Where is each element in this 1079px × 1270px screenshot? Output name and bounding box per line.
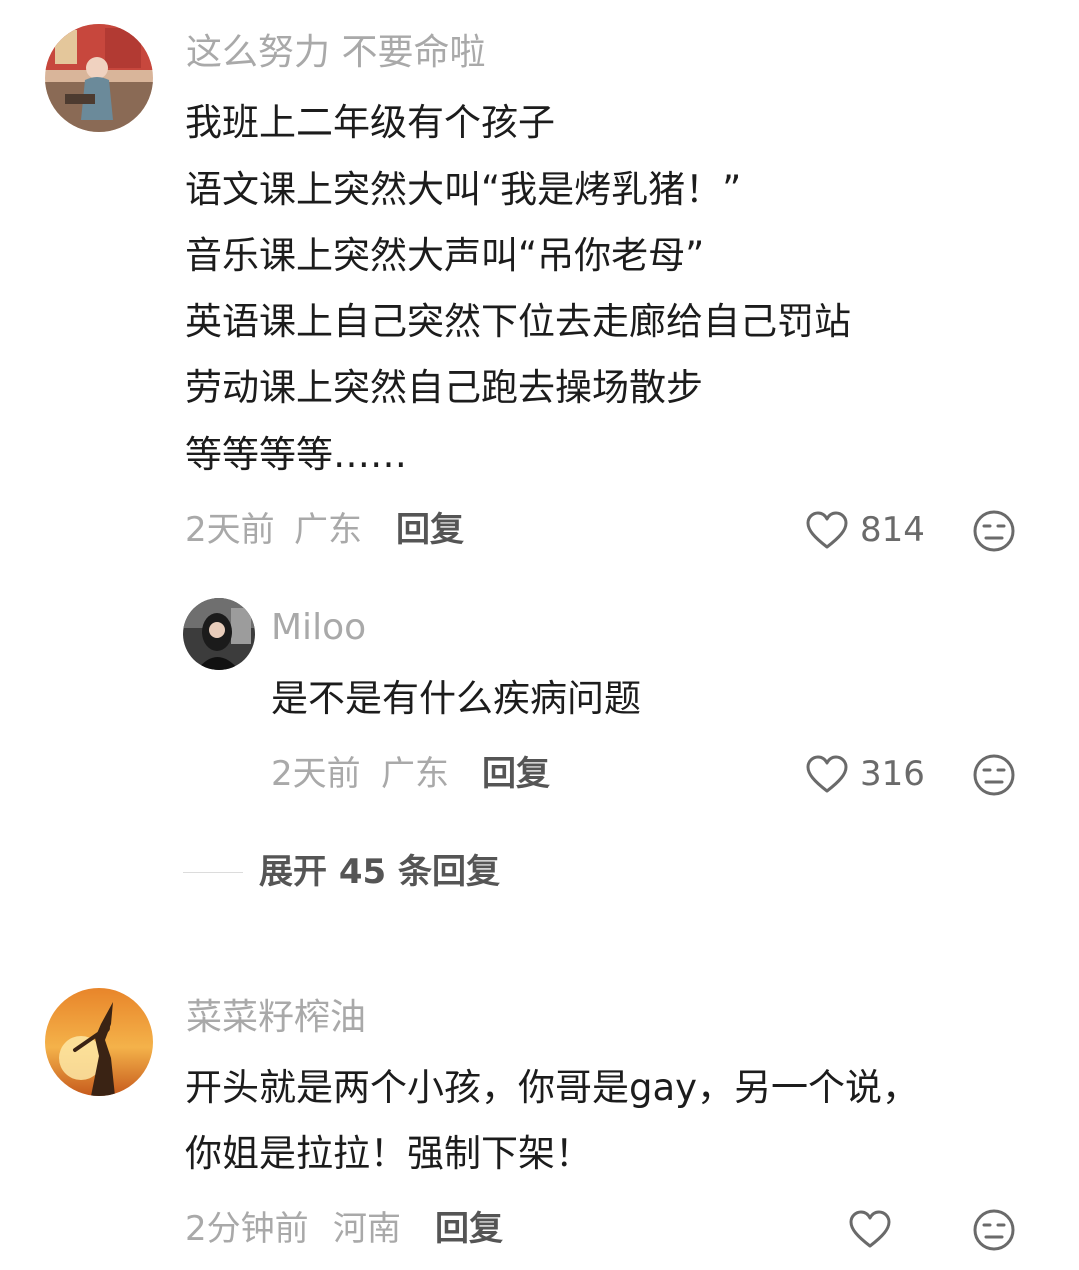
heart-outline-icon: [849, 1210, 891, 1248]
like-button[interactable]: [804, 508, 850, 554]
comment-text-line: 音乐课上突然大声叫“吊你老母”: [185, 234, 705, 277]
reply-button[interactable]: 回复: [435, 1212, 503, 1246]
avatar-image: [45, 24, 153, 132]
avatar[interactable]: [183, 598, 255, 670]
reply-location: 广东: [381, 754, 449, 794]
dislike-button[interactable]: [972, 753, 1016, 797]
like-count: 814: [860, 510, 925, 550]
like-button[interactable]: [804, 752, 850, 798]
comment-username[interactable]: 菜菜籽榨油: [186, 1000, 366, 1036]
comment-time: 2分钟前: [185, 1209, 309, 1249]
comment-item: 菜菜籽榨油 开头就是两个小孩，你哥是gay，另一个说， 你姐是拉拉！强制下架！ …: [0, 975, 1079, 1270]
reply-button[interactable]: 回复: [396, 513, 464, 547]
dislike-button[interactable]: [972, 1208, 1016, 1252]
heart-outline-icon: [806, 755, 848, 793]
heart-outline-icon: [806, 511, 848, 549]
comment-username[interactable]: 这么努力 不要命啦: [186, 35, 485, 71]
meh-face-icon: [973, 1209, 1015, 1251]
divider: [183, 872, 243, 873]
comment-text-line: 语文课上突然大叫“我是烤乳猪！”: [185, 168, 742, 211]
expand-replies-label[interactable]: 展开 45 条回复: [259, 855, 500, 889]
reply-item: Miloo 是不是有什么疾病问题 2天前 广东 回复 316: [0, 590, 1079, 810]
meh-face-icon: [973, 510, 1015, 552]
avatar-image: [183, 598, 255, 670]
reply-username[interactable]: Miloo: [271, 610, 366, 646]
meh-face-icon: [973, 754, 1015, 796]
comment-location: 河南: [333, 1209, 401, 1249]
comment-item: 这么努力 不要命啦 我班上二年级有个孩子 语文课上突然大叫“我是烤乳猪！” 音乐…: [0, 0, 1079, 560]
reply-text-line: 是不是有什么疾病问题: [271, 677, 641, 720]
comment-text-line: 我班上二年级有个孩子: [185, 101, 555, 144]
comment-location: 广东: [294, 510, 362, 550]
comment-text-line: 英语课上自己突然下位去走廊给自己罚站: [185, 300, 851, 343]
comment-time: 2天前: [185, 510, 275, 550]
comment-text-line: 劳动课上突然自己跑去操场散步: [185, 366, 703, 409]
comment-text-line: 你姐是拉拉！强制下架！: [185, 1132, 592, 1175]
avatar-image: [45, 988, 153, 1096]
expand-replies[interactable]: 展开 45 条回复: [183, 850, 583, 894]
avatar[interactable]: [45, 24, 153, 132]
like-button[interactable]: [847, 1207, 893, 1253]
dislike-button[interactable]: [972, 509, 1016, 553]
reply-button[interactable]: 回复: [482, 757, 550, 791]
comment-text-line: 开头就是两个小孩，你哥是gay，另一个说，: [185, 1066, 920, 1109]
comment-text-line: 等等等等……: [185, 433, 407, 476]
like-count: 316: [860, 754, 925, 794]
avatar[interactable]: [45, 988, 153, 1096]
reply-time: 2天前: [271, 754, 361, 794]
